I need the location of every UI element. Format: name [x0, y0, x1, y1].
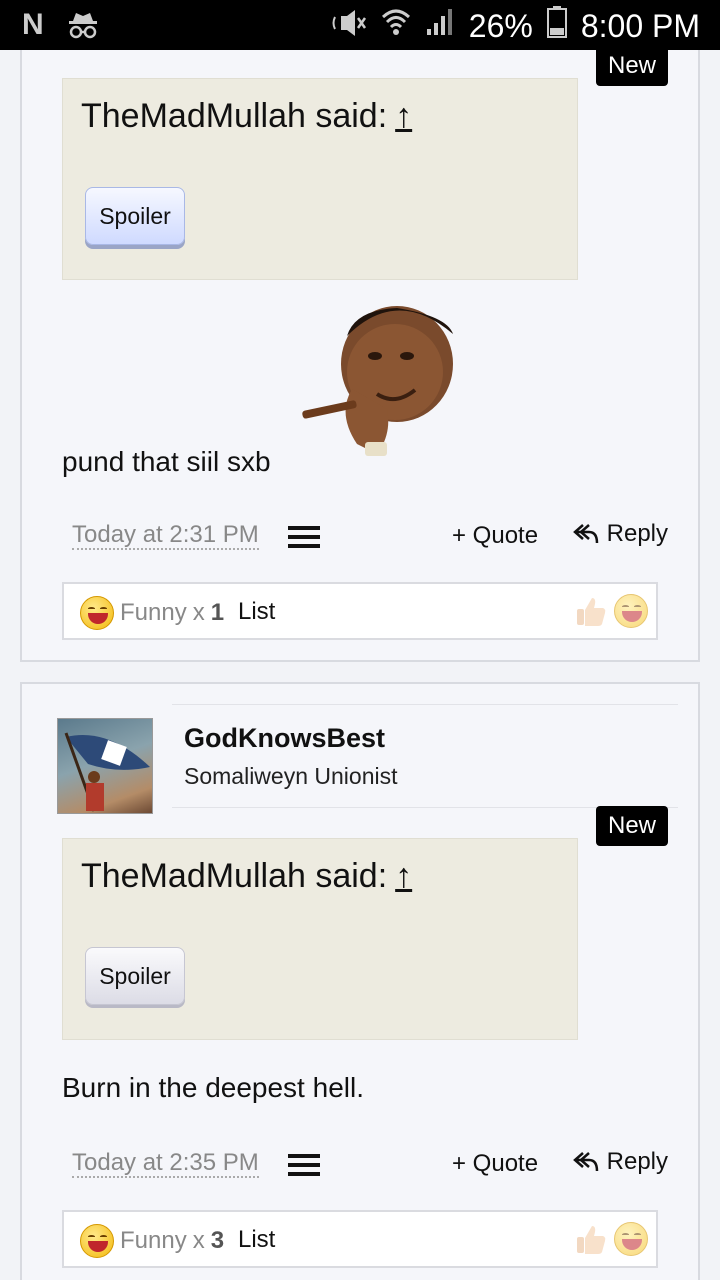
reply-icon [572, 524, 598, 544]
new-badge: New [595, 806, 668, 846]
thread-page: New TheMadMullah said: ↑ Spoiler pund tha… [0, 50, 720, 1280]
funny-react-icon[interactable] [614, 1222, 648, 1256]
post-timestamp[interactable]: Today at 2:31 PM [72, 522, 259, 550]
funny-reaction-summary[interactable]: Funny x 1 [80, 596, 224, 630]
username[interactable]: GodKnowsBest [184, 723, 385, 754]
quote-author: TheMadMullah said: [81, 97, 388, 135]
like-thumb-icon[interactable] [574, 594, 608, 628]
wifi-icon [381, 7, 411, 45]
reaction-buttons [574, 594, 648, 628]
clock: 8:00 PM [580, 7, 700, 44]
reply-button[interactable]: Reply [572, 1148, 668, 1176]
post-timestamp[interactable]: Today at 2:35 PM [72, 1150, 259, 1178]
netflix-icon: N [22, 8, 44, 41]
reaction-count: 1 [210, 599, 225, 626]
reaction-count: 3 [210, 1227, 225, 1254]
quote-block: TheMadMullah said: ↑ Spoiler [62, 838, 578, 1040]
user-avatar[interactable] [57, 718, 153, 814]
reactions-bar: Funny x 3 List [62, 1210, 658, 1268]
laughing-emoji-icon [80, 1224, 114, 1258]
quote-author: TheMadMullah said: [81, 857, 388, 895]
post-body: pund that siil sxb [62, 446, 271, 477]
menu-icon[interactable] [288, 1154, 320, 1176]
reaction-x: x [192, 1227, 205, 1254]
post-meta: Today at 2:35 PM + Quote Reply [72, 1144, 668, 1184]
funny-reaction-summary[interactable]: Funny x 3 [80, 1224, 224, 1258]
incognito-icon [66, 10, 100, 45]
quote-attribution: TheMadMullah said: ↑ [81, 857, 412, 896]
reaction-list-link[interactable]: List [238, 1226, 275, 1254]
spoiler-button[interactable]: Spoiler [85, 947, 185, 1005]
post-2: GodKnowsBest Somaliweyn Unionist New The… [20, 682, 700, 1280]
new-badge: New [595, 50, 668, 86]
reply-label: Reply [606, 1148, 668, 1175]
battery-percent: 26% [468, 7, 533, 44]
like-thumb-icon[interactable] [574, 1222, 608, 1256]
laughing-emoji-icon [80, 596, 114, 630]
user-info: GodKnowsBest Somaliweyn Unionist [172, 704, 678, 808]
reactions-bar: Funny x 1 List [62, 582, 658, 640]
mute-icon [331, 8, 367, 45]
reaction-list-link[interactable]: List [238, 598, 275, 626]
funny-react-icon[interactable] [614, 594, 648, 628]
quote-button[interactable]: + Quote [452, 522, 538, 550]
reaction-label: Funny [120, 599, 187, 626]
status-bar: N 26% 8:00 PM [0, 0, 720, 50]
post-body: Burn in the deepest hell. [62, 1072, 364, 1103]
reply-label: Reply [606, 520, 668, 547]
quote-jump-link[interactable]: ↑ [395, 857, 412, 895]
user-title: Somaliweyn Unionist [184, 763, 398, 789]
reaction-buttons [574, 1222, 648, 1256]
post-meta: Today at 2:31 PM + Quote Reply [72, 516, 668, 556]
reply-button[interactable]: Reply [572, 520, 668, 548]
quote-block: TheMadMullah said: ↑ Spoiler [62, 78, 578, 280]
cigar-emoji-image [297, 294, 472, 469]
quote-button[interactable]: + Quote [452, 1150, 538, 1178]
signal-icon [425, 7, 455, 45]
menu-icon[interactable] [288, 526, 320, 548]
battery-icon [546, 6, 567, 46]
post-1: New TheMadMullah said: ↑ Spoiler pund tha… [20, 50, 700, 662]
spoiler-button[interactable]: Spoiler [85, 187, 185, 245]
quote-jump-link[interactable]: ↑ [395, 97, 412, 135]
quote-attribution: TheMadMullah said: ↑ [81, 97, 412, 136]
reply-icon [572, 1152, 598, 1172]
reaction-label: Funny [120, 1227, 187, 1254]
reaction-x: x [192, 599, 205, 626]
